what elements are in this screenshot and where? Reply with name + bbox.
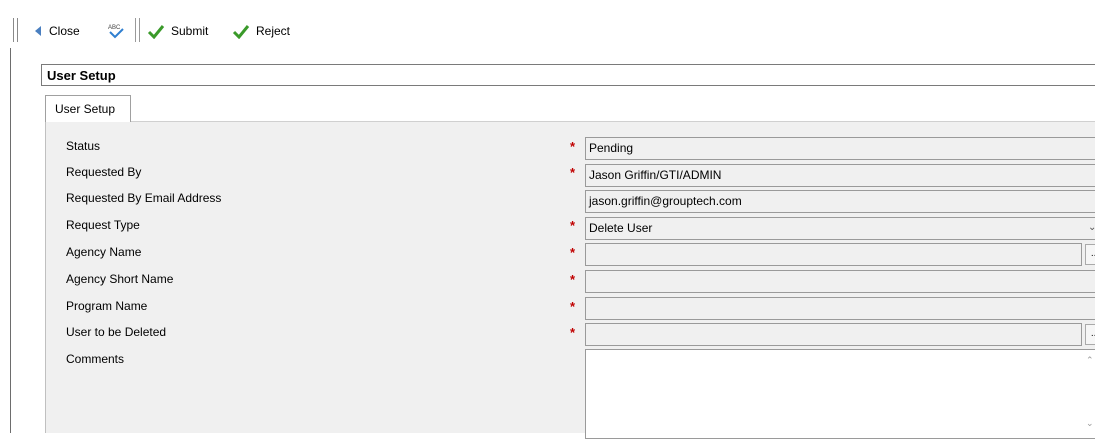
user-to-be-deleted-field[interactable] — [585, 323, 1082, 346]
required-marker: * — [570, 299, 576, 314]
program-name-field[interactable] — [585, 297, 1095, 320]
requested-by-field[interactable]: Jason Griffin/GTI/ADMIN — [585, 164, 1095, 187]
required-marker: * — [570, 272, 576, 287]
user-lookup-button[interactable]: ... — [1085, 324, 1095, 345]
toolbar-separator — [135, 18, 136, 42]
requested-by-email-label: Requested By Email Address — [66, 191, 222, 205]
reject-button[interactable]: Reject — [232, 21, 290, 41]
status-field[interactable]: Pending — [585, 137, 1095, 160]
chevron-down-icon[interactable]: ⌄ — [1088, 222, 1095, 233]
request-type-label: Request Type — [66, 218, 140, 232]
user-to-be-deleted-label: User to be Deleted — [66, 325, 167, 339]
required-marker: * — [570, 325, 576, 340]
toolbar-grip — [13, 18, 14, 42]
agency-name-field[interactable] — [585, 243, 1082, 266]
checkmark-icon — [147, 25, 165, 39]
requested-by-label: Requested By — [66, 165, 142, 179]
svg-text:ABC: ABC — [108, 25, 121, 31]
spellcheck-icon: ABC — [108, 25, 124, 39]
window-border — [10, 48, 11, 433]
spellcheck-button[interactable]: ABC — [107, 21, 125, 41]
required-marker: * — [570, 139, 576, 154]
back-arrow-icon — [35, 26, 41, 36]
checkmark-icon — [232, 25, 250, 39]
required-marker: * — [570, 218, 576, 233]
agency-name-lookup-button[interactable]: ... — [1085, 244, 1095, 265]
close-button[interactable]: Close — [33, 21, 80, 41]
status-label: Status — [66, 139, 101, 153]
submit-label: Submit — [171, 24, 209, 38]
agency-short-name-label: Agency Short Name — [66, 272, 174, 286]
agency-short-name-field[interactable] — [585, 270, 1095, 293]
comments-textarea[interactable] — [585, 349, 1095, 439]
program-name-label: Program Name — [66, 299, 148, 313]
toolbar-grip — [17, 18, 18, 42]
tab-user-setup[interactable]: User Setup — [45, 95, 131, 122]
requested-by-email-field[interactable]: jason.griffin@grouptech.com — [585, 190, 1095, 213]
required-marker: * — [570, 165, 576, 180]
close-label: Close — [49, 24, 80, 38]
scroll-down-icon[interactable]: ⌄ — [1086, 418, 1094, 429]
request-type-select[interactable]: Delete User — [585, 217, 1095, 240]
reject-label: Reject — [256, 24, 291, 38]
comments-label: Comments — [66, 352, 125, 366]
required-marker: * — [570, 245, 576, 260]
agency-name-label: Agency Name — [66, 245, 142, 259]
panel-title: User Setup — [41, 64, 1095, 86]
scroll-up-icon[interactable]: ⌃ — [1086, 355, 1094, 366]
toolbar: Close ABC Submit Reject — [0, 12, 1095, 48]
submit-button[interactable]: Submit — [147, 21, 208, 41]
toolbar-separator — [139, 18, 140, 42]
